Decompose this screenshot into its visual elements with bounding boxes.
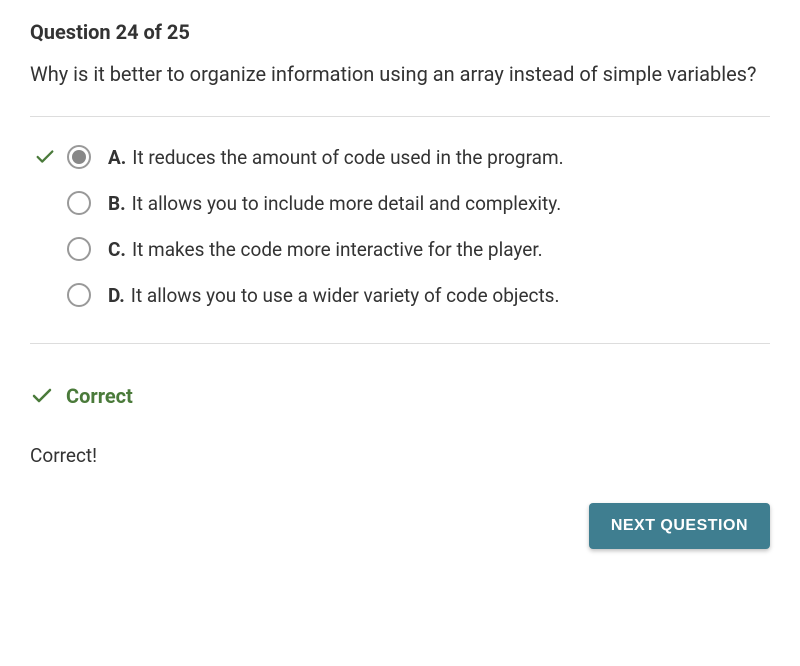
choice-text: It makes the code more interactive for t… xyxy=(132,238,543,261)
choice-letter: A. xyxy=(108,146,126,169)
radio-button-c[interactable] xyxy=(67,237,91,261)
next-question-button[interactable]: NEXT QUESTION xyxy=(589,503,770,549)
correct-check-col xyxy=(30,146,60,168)
choice-a[interactable]: A. It reduces the amount of code used in … xyxy=(30,145,770,169)
choice-b[interactable]: B. It allows you to include more detail a… xyxy=(30,191,770,215)
choices-list: A. It reduces the amount of code used in … xyxy=(30,117,770,343)
choice-text: It allows you to include more detail and… xyxy=(132,192,562,215)
feedback-heading: Correct xyxy=(30,384,770,408)
choice-text: It reduces the amount of code used in th… xyxy=(132,146,563,169)
feedback-message: Correct! xyxy=(30,444,770,467)
question-header: Question 24 of 25 xyxy=(30,20,770,44)
check-icon xyxy=(34,146,56,168)
feedback-section: Correct Correct! NEXT QUESTION xyxy=(30,344,770,549)
choice-c[interactable]: C. It makes the code more interactive for… xyxy=(30,237,770,261)
question-text: Why is it better to organize information… xyxy=(30,60,770,88)
choice-d[interactable]: D. It allows you to use a wider variety o… xyxy=(30,283,770,307)
radio-button-a[interactable] xyxy=(67,145,91,169)
choice-label: A. It reduces the amount of code used in … xyxy=(108,146,564,169)
choice-letter: B. xyxy=(108,192,126,215)
feedback-heading-text: Correct xyxy=(66,384,133,408)
choice-text: It allows you to use a wider variety of … xyxy=(131,284,560,307)
check-icon xyxy=(30,384,54,408)
radio-col xyxy=(64,191,94,215)
choice-label: D. It allows you to use a wider variety o… xyxy=(108,284,560,307)
choice-label: C. It makes the code more interactive for… xyxy=(108,238,543,261)
radio-col xyxy=(64,145,94,169)
choice-letter: C. xyxy=(108,238,126,261)
button-row: NEXT QUESTION xyxy=(30,503,770,549)
radio-col xyxy=(64,283,94,307)
radio-button-d[interactable] xyxy=(67,283,91,307)
radio-col xyxy=(64,237,94,261)
choice-letter: D. xyxy=(108,284,125,307)
choice-label: B. It allows you to include more detail a… xyxy=(108,192,561,215)
radio-button-b[interactable] xyxy=(67,191,91,215)
